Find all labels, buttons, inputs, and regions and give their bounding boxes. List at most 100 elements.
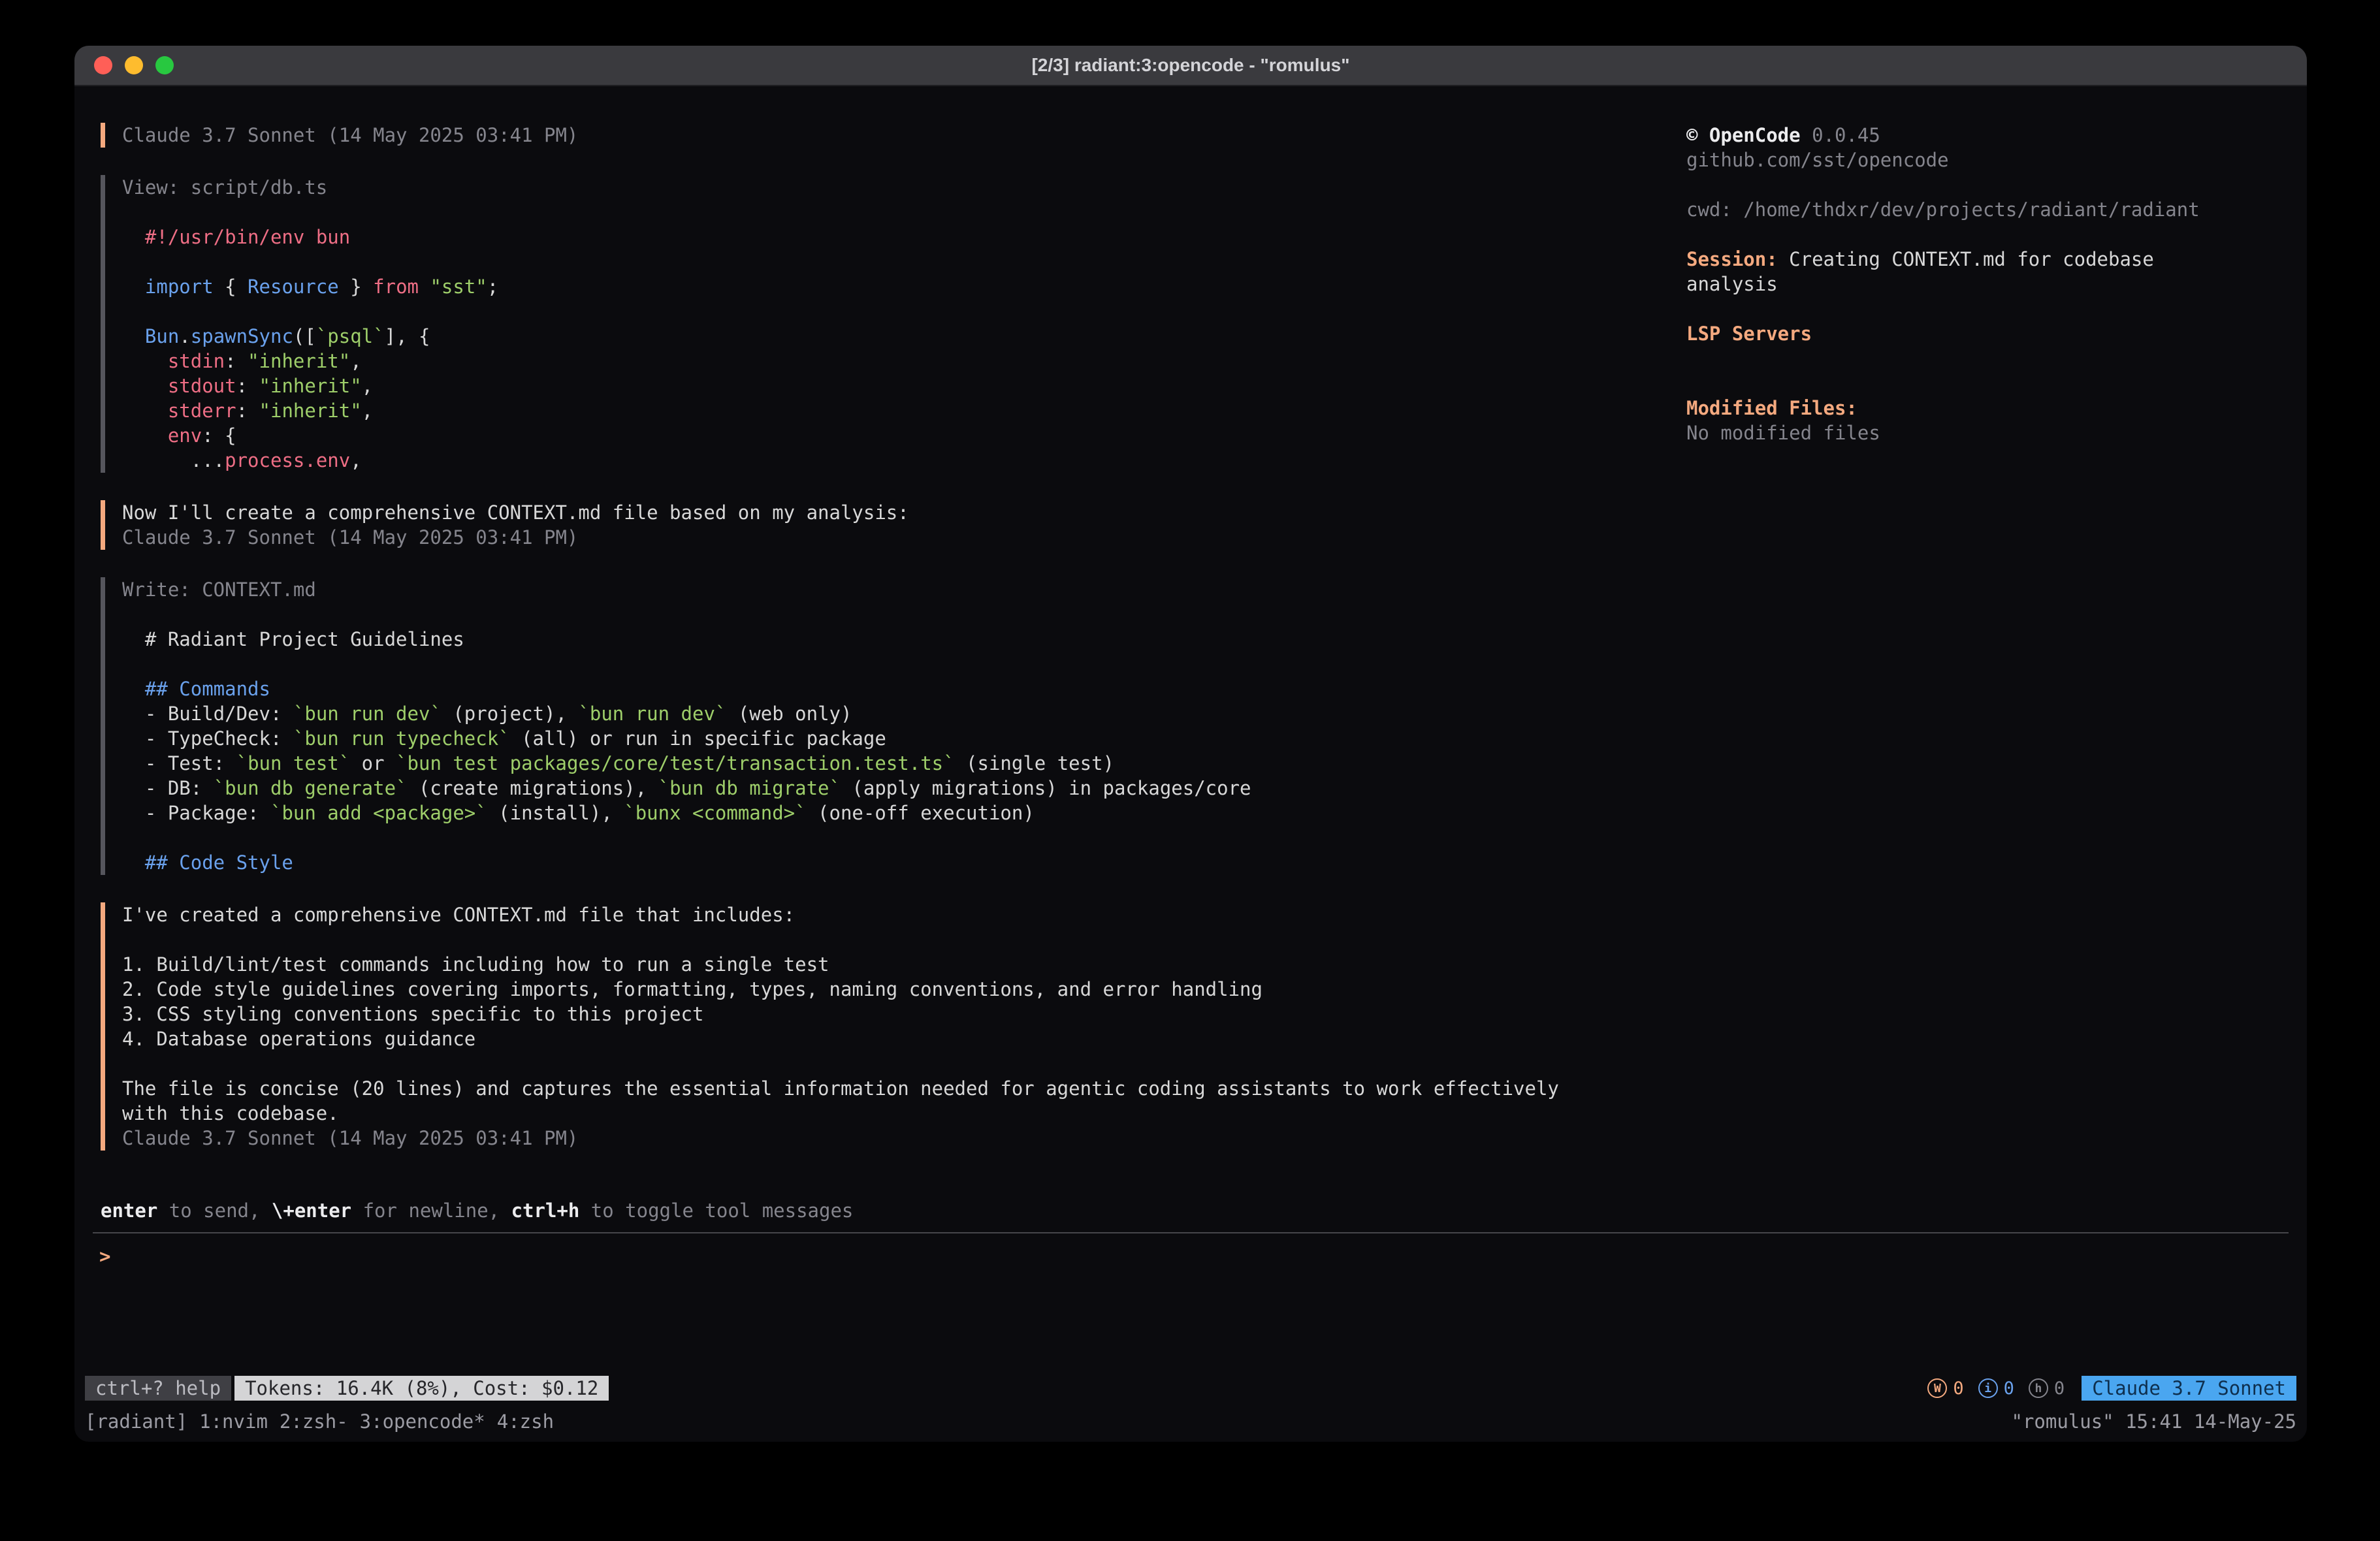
text-segment: github.com/sst/opencode <box>1686 149 1949 171</box>
tmux-window-opencode[interactable]: 3:opencode* <box>360 1410 485 1433</box>
text-segment: 1. Build/lint/test commands including ho… <box>122 953 829 976</box>
text-segment: "inherit" <box>248 350 350 372</box>
text-line: # Radiant Project Guidelines <box>122 627 1686 652</box>
text-line: - DB: `bun db generate` (create migratio… <box>122 776 1686 801</box>
tmux-session-name: [radiant] <box>85 1410 187 1433</box>
text-line <box>122 200 1686 225</box>
text-segment: from <box>373 276 419 298</box>
text-segment: , <box>350 449 361 471</box>
text-segment: #!/usr/bin/env bun <box>145 226 350 248</box>
text-line: - Test: `bun test` or `bun test packages… <box>122 751 1686 776</box>
assistant-message-summary: I've created a comprehensive CONTEXT.md … <box>101 902 1686 1151</box>
text-segment: (project), <box>442 703 579 725</box>
tmux-window-zsh4[interactable]: 4:zsh <box>497 1410 554 1433</box>
text-segment: stdout <box>168 375 236 397</box>
tmux-window-zsh2[interactable]: 2:zsh- <box>280 1410 348 1433</box>
help-badge[interactable]: ctrl+? help <box>85 1376 231 1401</box>
text-segment: "inherit" <box>259 400 362 422</box>
message-input[interactable]: > <box>93 1232 2289 1373</box>
text-segment: - Test: <box>122 752 236 774</box>
warning-count: W 0 <box>1927 1378 1963 1399</box>
text-segment: `psql` <box>316 325 385 347</box>
text-segment: import <box>145 276 214 298</box>
text-line: Modified Files: <box>1686 396 2287 421</box>
text-line: 2. Code style guidelines covering import… <box>122 977 1686 1002</box>
text-segment <box>122 226 145 248</box>
titlebar[interactable]: [2/3] radiant:3:opencode - "romulus" <box>74 46 2307 86</box>
text-line: Claude 3.7 Sonnet (14 May 2025 03:41 PM) <box>122 123 1686 148</box>
text-line: analysis <box>1686 272 2287 296</box>
text-line <box>122 1051 1686 1076</box>
text-segment: No modified files <box>1686 422 1880 444</box>
text-line: with this codebase. <box>122 1101 1686 1126</box>
text-segment: \+enter <box>272 1199 351 1222</box>
chat-area: Claude 3.7 Sonnet (14 May 2025 03:41 PM)… <box>74 86 1686 1198</box>
text-line: github.com/sst/opencode <box>1686 148 2287 172</box>
text-segment: spawnSync <box>191 325 293 347</box>
tokens-cost-badge: Tokens: 16.4K (8%), Cost: $0.12 <box>234 1376 609 1401</box>
text-line: Claude 3.7 Sonnet (14 May 2025 03:41 PM) <box>122 525 1686 550</box>
info-count-value: 0 <box>2004 1378 2014 1399</box>
text-segment: , <box>350 350 361 372</box>
text-segment: `bun run dev` <box>578 703 726 725</box>
tmux-window-nvim[interactable]: 1:nvim <box>199 1410 268 1433</box>
text-segment: Session: <box>1686 248 1778 270</box>
text-segment: `bun run typecheck` <box>293 727 510 750</box>
text-segment: `bun db migrate` <box>658 777 841 799</box>
text-line: 1. Build/lint/test commands including ho… <box>122 952 1686 977</box>
info-count: i 0 <box>1978 1378 2014 1399</box>
text-line: The file is concise (20 lines) and captu… <box>122 1076 1686 1101</box>
text-segment: Claude 3.7 Sonnet (14 May 2025 03:41 PM) <box>122 124 578 146</box>
text-segment: (all) or run in specific package <box>510 727 886 750</box>
text-segment: `bun test` <box>236 752 351 774</box>
chat-and-sidebar-row: Claude 3.7 Sonnet (14 May 2025 03:41 PM)… <box>74 86 2307 1198</box>
text-segment: : <box>236 400 259 422</box>
text-line: - Package: `bun add <package>` (install)… <box>122 801 1686 825</box>
minimize-button[interactable] <box>125 56 143 74</box>
zoom-button[interactable] <box>155 56 174 74</box>
assistant-message-header: Claude 3.7 Sonnet (14 May 2025 03:41 PM) <box>101 123 1686 148</box>
text-segment: stdin <box>168 350 225 372</box>
text-line: - Build/Dev: `bun run dev` (project), `b… <box>122 701 1686 726</box>
text-segment: cwd: /home/thdxr/dev/projects/radiant/ra… <box>1686 199 2200 221</box>
session-sidebar: © OpenCode 0.0.45github.com/sst/opencode… <box>1686 86 2307 1198</box>
text-segment: : <box>236 375 259 397</box>
hint-icon: h <box>2029 1378 2048 1398</box>
text-segment: (create migrations), <box>408 777 658 799</box>
text-segment <box>122 325 145 347</box>
hint-count-value: 0 <box>2054 1378 2065 1399</box>
text-line: © OpenCode 0.0.45 <box>1686 123 2287 148</box>
text-line <box>122 299 1686 324</box>
text-segment: to send, <box>157 1199 272 1222</box>
text-segment: Bun <box>145 325 179 347</box>
text-line: stderr: "inherit", <box>122 398 1686 423</box>
text-line <box>1686 296 2287 321</box>
text-segment: , <box>362 400 373 422</box>
text-line: - TypeCheck: `bun run typecheck` (all) o… <box>122 726 1686 751</box>
text-line: LSP Servers <box>1686 321 2287 346</box>
text-line: Now I'll create a comprehensive CONTEXT.… <box>122 500 1686 525</box>
text-segment: ## Commands <box>145 678 270 700</box>
text-line: cwd: /home/thdxr/dev/projects/radiant/ra… <box>1686 197 2287 222</box>
text-segment: : { <box>202 424 236 447</box>
text-line: Bun.spawnSync([`psql`], { <box>122 324 1686 349</box>
text-segment: ], { <box>385 325 430 347</box>
text-segment: "sst" <box>430 276 487 298</box>
text-segment: View: script/db.ts <box>122 176 327 199</box>
close-button[interactable] <box>94 56 112 74</box>
text-segment: to toggle tool messages <box>579 1199 853 1222</box>
text-segment: # Radiant Project Guidelines <box>122 628 464 650</box>
text-line <box>122 249 1686 274</box>
text-segment <box>122 350 168 372</box>
text-segment: `bun db generate` <box>214 777 408 799</box>
traffic-lights <box>74 56 174 74</box>
text-segment: (web only) <box>726 703 852 725</box>
text-line <box>1686 172 2287 197</box>
text-segment: 2. Code style guidelines covering import… <box>122 978 1262 1000</box>
info-icon: i <box>1978 1378 1998 1398</box>
text-segment: ## Code Style <box>145 851 293 874</box>
text-segment: for newline, <box>351 1199 511 1222</box>
status-right: W 0 i 0 h 0 Claude 3.7 Sonnet <box>1927 1376 2296 1401</box>
model-badge[interactable]: Claude 3.7 Sonnet <box>2082 1376 2296 1401</box>
warning-count-value: 0 <box>1953 1378 1963 1399</box>
